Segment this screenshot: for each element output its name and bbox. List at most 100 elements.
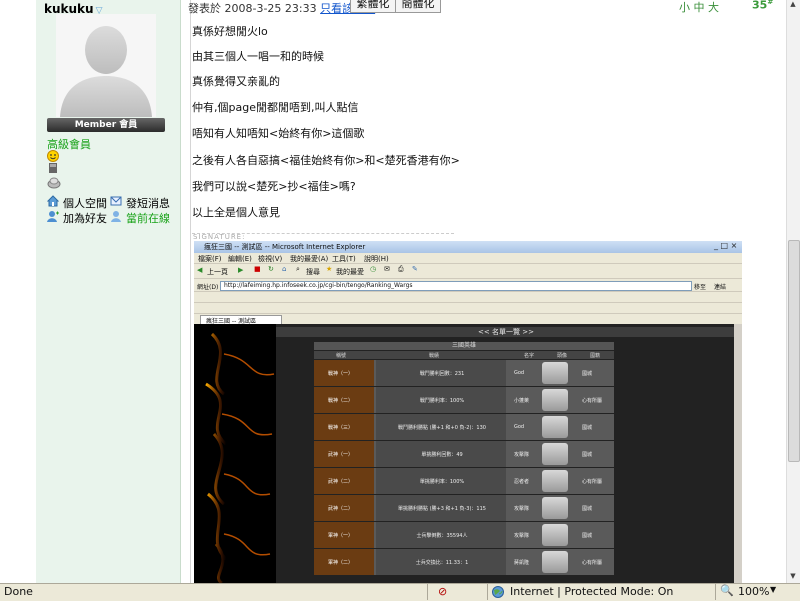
personal-space-link[interactable]: 個人空間: [63, 195, 107, 211]
embedded-row-name: 攻擊隊: [514, 452, 530, 458]
embedded-ranking-row: 戰神（二） 戰鬥勝利率：100% 小蓬萊 心有所屬: [314, 387, 614, 413]
embedded-row-record: 士兵撃倒數：35594人: [416, 533, 468, 539]
embedded-scrollbar: [734, 324, 742, 583]
embedded-avatar-icon: [542, 551, 568, 573]
embedded-col-title: 稱號: [336, 353, 347, 359]
embedded-row-record: 士兵交換比：11.33：1: [415, 560, 469, 566]
send-message-link[interactable]: 發短消息: [126, 195, 170, 211]
post-line-3: 真係覺得又亲亂的: [192, 75, 280, 88]
online-user-icon: [110, 210, 122, 225]
embedded-forward-icon: ▶: [238, 266, 244, 274]
embedded-row-title: 軍神（二）: [328, 560, 354, 566]
scroll-thumb[interactable]: [788, 240, 800, 462]
embedded-avatar-icon: [542, 443, 568, 465]
embedded-ranking-row: 戰神（三） 戰鬥勝利勝點 (勝+1 和+0 負-2)：130 God 國城: [314, 414, 614, 440]
embedded-links-label: 連結: [714, 284, 727, 291]
embedded-toolbar-2: [194, 291, 742, 302]
member-badge: Member 會員: [47, 118, 165, 132]
avatar: [56, 14, 156, 117]
embedded-window-title: 瘋狂三國 -- 測試區 -- Microsoft Internet Explor…: [204, 243, 366, 251]
embedded-go-label: 移至: [694, 284, 707, 291]
embedded-row-nation: 心有所屬: [582, 479, 603, 485]
post-line-8: 以上全是個人意見: [192, 206, 280, 219]
embedded-row-record: 單挑勝利勝點 (勝+3 和+1 負-3)：115: [398, 506, 486, 512]
embedded-ranking-row: 武神（二） 單挑勝利勝點 (勝+3 和+1 負-3)：115 攻擊隊 國城: [314, 495, 614, 521]
post-line-1: 真係好想閒火lo: [192, 25, 268, 38]
status-divider: [487, 584, 488, 600]
embedded-row-nation: 心有所屬: [582, 398, 603, 404]
message-icon: [110, 195, 122, 210]
zoom-level[interactable]: 100%: [738, 585, 769, 598]
embedded-history-icon: ◷: [370, 265, 377, 273]
embedded-col-avatar: 頭像: [557, 353, 568, 359]
embedded-row-title: 軍神（一）: [328, 533, 354, 539]
embedded-row-name: 攻擊隊: [514, 506, 530, 512]
embedded-row-nation: 國城: [582, 452, 593, 458]
embedded-row-name: 攻擊隊: [514, 533, 530, 539]
popup-blocker-icon[interactable]: ⊘: [438, 585, 447, 598]
embedded-row-title: 戰神（二）: [328, 398, 354, 404]
embedded-row-nation: 國城: [582, 506, 593, 512]
embedded-row-title: 戰神（一）: [328, 371, 354, 377]
embedded-favorites-label: 我的最愛: [336, 268, 364, 276]
embedded-row-name: 小蓬萊: [514, 398, 530, 404]
post-date: 發表於 2008-3-25 23:33: [188, 2, 317, 15]
embedded-col-nation: 國籍: [590, 353, 601, 359]
embedded-mail-icon: ✉: [384, 265, 390, 273]
embedded-edit-icon: ✎: [412, 265, 418, 273]
embedded-row-nation: 國城: [582, 533, 593, 539]
status-bar: Done ⊘ Internet | Protected Mode: On 🔍 1…: [0, 583, 800, 601]
embedded-row-record: 戰鬥勝利勝點 (勝+1 和+0 負-2)：130: [398, 425, 486, 431]
scroll-down-icon[interactable]: ▼: [788, 572, 798, 582]
embedded-row-title: 武神（二）: [328, 506, 354, 512]
embedded-list-header: << 名單一覽 >>: [276, 327, 736, 337]
embedded-print-icon: ⎙: [398, 265, 404, 273]
embedded-row-title: 武神（二）: [328, 479, 354, 485]
embedded-row-nation: 國城: [582, 371, 593, 377]
add-friend-link[interactable]: 加為好友: [63, 210, 107, 226]
embedded-ranking-row: 軍神（二） 士兵交換比：11.33：1 蔣凱隆 心有所屬: [314, 549, 614, 575]
embedded-col-record: 戰績: [429, 353, 440, 359]
embedded-addressbar: 網址(D) http://lafeiming.hp.infoseek.co.jp…: [194, 278, 742, 291]
embedded-search-icon: ⌕: [296, 265, 300, 273]
status-divider: [715, 584, 716, 600]
embedded-page-body: << 名單一覽 >> 三國英雄 稱號 戰績 名字 頭像 國籍 戰神（一） 戰鬥勝利…: [194, 324, 742, 583]
embedded-window-controls: _ □ ×: [714, 241, 738, 250]
embedded-back-label: 上一頁: [207, 268, 228, 276]
embedded-menubar: 檔案(F) 編輯(E) 檢視(V) 我的最愛(A) 工具(T) 說明(H): [194, 253, 742, 263]
signature-label: SIGNATURE:: [193, 233, 246, 241]
embedded-stop-icon: ■: [254, 265, 261, 273]
post-line-5: 唔知有人知唔知<始終有你>這個歌: [192, 127, 365, 140]
embedded-ranking-table: 戰神（一） 戰鬥勝利回數：231 God 國城 戰神（二） 戰鬥勝利率：100% 小蓬萊 心有…: [314, 360, 614, 583]
embedded-subheader: 三國英雄: [314, 342, 614, 350]
embedded-row-title: 武神（一）: [328, 452, 354, 458]
floor-number: 35#: [752, 0, 774, 12]
embedded-avatar-icon: [542, 362, 568, 384]
home-icon: [46, 195, 60, 210]
scroll-up-icon[interactable]: ▲: [788, 0, 798, 10]
embedded-row-name: God: [514, 424, 525, 430]
embedded-address-url: http://lafeiming.hp.infoseek.co.jp/cgi-b…: [224, 282, 413, 289]
embedded-avatar-icon: [542, 416, 568, 438]
traditional-button[interactable]: 繁體化: [350, 0, 396, 13]
embedded-avatar-icon: [542, 470, 568, 492]
security-zone[interactable]: Internet | Protected Mode: On: [510, 585, 673, 598]
embedded-row-name: 蔣凱隆: [514, 560, 530, 566]
embedded-home-icon: ⌂: [282, 265, 287, 273]
simplified-button[interactable]: 簡體化: [395, 0, 441, 13]
medal-icon: [47, 175, 61, 192]
embedded-ranking-row: 武神（二） 單挑勝利率：100% 忍者者 心有所屬: [314, 468, 614, 494]
embedded-tabbar: 瘋狂三國 -- 測試區: [194, 313, 742, 325]
status-text: Done: [4, 585, 33, 598]
zoom-dropdown-icon[interactable]: ▼: [770, 585, 776, 594]
embedded-ranking-row: 武神（一） 單挑勝利回數：49 攻擊隊 國城: [314, 441, 614, 467]
embedded-row-nation: 心有所屬: [582, 560, 603, 566]
embedded-row-record: 單挑勝利率：100%: [419, 479, 465, 485]
embedded-titlebar: 瘋狂三國 -- 測試區 -- Microsoft Internet Explor…: [194, 241, 742, 253]
embedded-ranking-row: 軍神（一） 士兵撃倒數：35594人 攻擊隊 國城: [314, 522, 614, 548]
embedded-toolbar: ◀ 上一頁 ▶ ■ ↻ ⌂ ⌕ 搜尋 ★ 我的最愛 ◷ ✉ ⎙ ✎: [194, 263, 742, 278]
embedded-favorites-icon: ★: [326, 265, 333, 273]
embedded-row-record: 戰鬥勝利率：100%: [419, 398, 465, 404]
font-size-links[interactable]: 小 中 大: [679, 0, 719, 15]
zoom-icon[interactable]: 🔍: [720, 584, 734, 597]
